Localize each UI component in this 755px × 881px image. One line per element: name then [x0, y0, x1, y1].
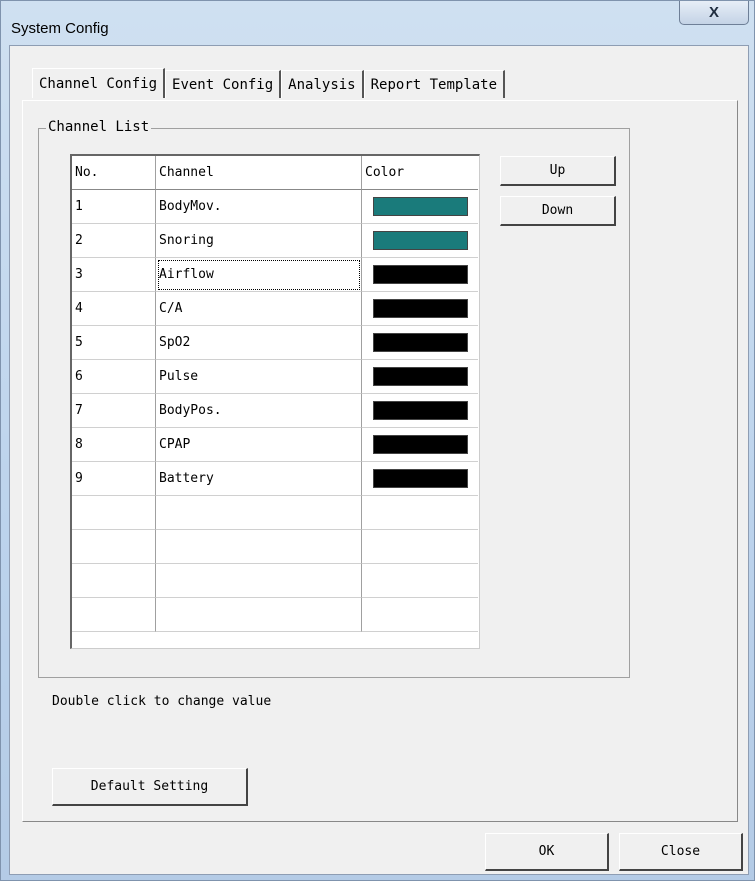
- empty-table-row: [72, 530, 479, 564]
- tab-analysis[interactable]: Analysis: [281, 70, 364, 98]
- tab-event-config[interactable]: Event Config: [165, 70, 282, 98]
- empty-cell: [72, 496, 156, 530]
- channel-list-group-label: Channel List: [46, 119, 152, 135]
- cell-color[interactable]: [362, 394, 478, 428]
- empty-cell: [362, 564, 478, 598]
- table-row[interactable]: 5 SpO2: [72, 326, 479, 360]
- cell-color[interactable]: [362, 360, 478, 394]
- table-row[interactable]: 7 BodyPos.: [72, 394, 479, 428]
- table-row[interactable]: 4 C/A: [72, 292, 479, 326]
- cell-no[interactable]: 3: [72, 258, 156, 292]
- table-row[interactable]: 2 Snoring: [72, 224, 479, 258]
- tab-strip: Channel Config Event Config Analysis Rep…: [32, 68, 506, 100]
- cell-color[interactable]: [362, 326, 478, 360]
- tab-label: Report Template: [370, 76, 498, 93]
- empty-cell: [72, 564, 156, 598]
- column-header-color[interactable]: Color: [362, 156, 478, 190]
- color-swatch[interactable]: [372, 299, 468, 318]
- cell-channel[interactable]: Airflow: [156, 258, 362, 292]
- column-header-no[interactable]: No.: [72, 156, 156, 190]
- cell-channel[interactable]: SpO2: [156, 326, 362, 360]
- color-swatch[interactable]: [372, 231, 468, 250]
- empty-cell: [156, 598, 362, 632]
- system-config-window: System Config X Channel Config Event Con…: [0, 0, 755, 881]
- empty-cell: [362, 530, 478, 564]
- color-swatch[interactable]: [372, 333, 468, 352]
- color-swatch[interactable]: [372, 367, 468, 386]
- empty-cell: [156, 496, 362, 530]
- color-swatch[interactable]: [372, 435, 468, 454]
- tab-report-template[interactable]: Report Template: [363, 70, 506, 98]
- cell-color[interactable]: [362, 428, 478, 462]
- cell-channel[interactable]: Pulse: [156, 360, 362, 394]
- empty-cell: [156, 564, 362, 598]
- cell-channel[interactable]: BodyMov.: [156, 190, 362, 224]
- color-swatch[interactable]: [372, 197, 468, 216]
- tab-label: Channel Config: [39, 75, 158, 92]
- cell-no[interactable]: 8: [72, 428, 156, 462]
- cell-no[interactable]: 5: [72, 326, 156, 360]
- grid-header-row: No. Channel Color: [72, 156, 479, 190]
- cell-channel[interactable]: Battery: [156, 462, 362, 496]
- tab-label: Analysis: [288, 76, 356, 93]
- dialog-client-area: Channel Config Event Config Analysis Rep…: [9, 45, 749, 875]
- up-button[interactable]: Up: [500, 156, 616, 186]
- default-setting-button[interactable]: Default Setting: [52, 768, 248, 806]
- cell-color[interactable]: [362, 292, 478, 326]
- color-swatch[interactable]: [372, 401, 468, 420]
- cell-no[interactable]: 9: [72, 462, 156, 496]
- cell-no[interactable]: 7: [72, 394, 156, 428]
- ok-button[interactable]: OK: [485, 833, 609, 871]
- grid-body: 1 BodyMov. 2 Snoring 3 Airflow 4 C/A 5 SpO2 6 Pulse…: [72, 190, 479, 632]
- window-title: System Config: [11, 20, 109, 37]
- table-row[interactable]: 1 BodyMov.: [72, 190, 479, 224]
- cell-channel[interactable]: C/A: [156, 292, 362, 326]
- cell-channel[interactable]: CPAP: [156, 428, 362, 462]
- tab-channel-config[interactable]: Channel Config: [32, 68, 166, 98]
- cell-color[interactable]: [362, 462, 478, 496]
- cell-channel[interactable]: BodyPos.: [156, 394, 362, 428]
- empty-cell: [72, 530, 156, 564]
- table-row[interactable]: 8 CPAP: [72, 428, 479, 462]
- title-bar[interactable]: System Config X: [1, 1, 755, 43]
- hint-text: Double click to change value: [52, 694, 272, 709]
- column-header-channel[interactable]: Channel: [156, 156, 362, 190]
- color-swatch[interactable]: [372, 265, 468, 284]
- empty-cell: [362, 496, 478, 530]
- tab-label: Event Config: [172, 76, 274, 93]
- empty-cell: [72, 598, 156, 632]
- cell-color[interactable]: [362, 258, 478, 292]
- empty-table-row: [72, 496, 479, 530]
- close-icon: X: [708, 4, 719, 21]
- cell-channel[interactable]: Snoring: [156, 224, 362, 258]
- cell-color[interactable]: [362, 224, 478, 258]
- table-row[interactable]: 3 Airflow: [72, 258, 479, 292]
- cell-no[interactable]: 6: [72, 360, 156, 394]
- down-button[interactable]: Down: [500, 196, 616, 226]
- cell-no[interactable]: 4: [72, 292, 156, 326]
- cell-no[interactable]: 2: [72, 224, 156, 258]
- cell-color[interactable]: [362, 190, 478, 224]
- table-row[interactable]: 9 Battery: [72, 462, 479, 496]
- channel-grid[interactable]: No. Channel Color 1 BodyMov. 2 Snoring 3 Airf…: [70, 154, 480, 649]
- close-button[interactable]: Close: [619, 833, 743, 871]
- cell-no[interactable]: 1: [72, 190, 156, 224]
- empty-table-row: [72, 564, 479, 598]
- empty-table-row: [72, 598, 479, 632]
- window-close-button[interactable]: X: [679, 1, 749, 25]
- color-swatch[interactable]: [372, 469, 468, 488]
- empty-cell: [362, 598, 478, 632]
- table-row[interactable]: 6 Pulse: [72, 360, 479, 394]
- empty-cell: [156, 530, 362, 564]
